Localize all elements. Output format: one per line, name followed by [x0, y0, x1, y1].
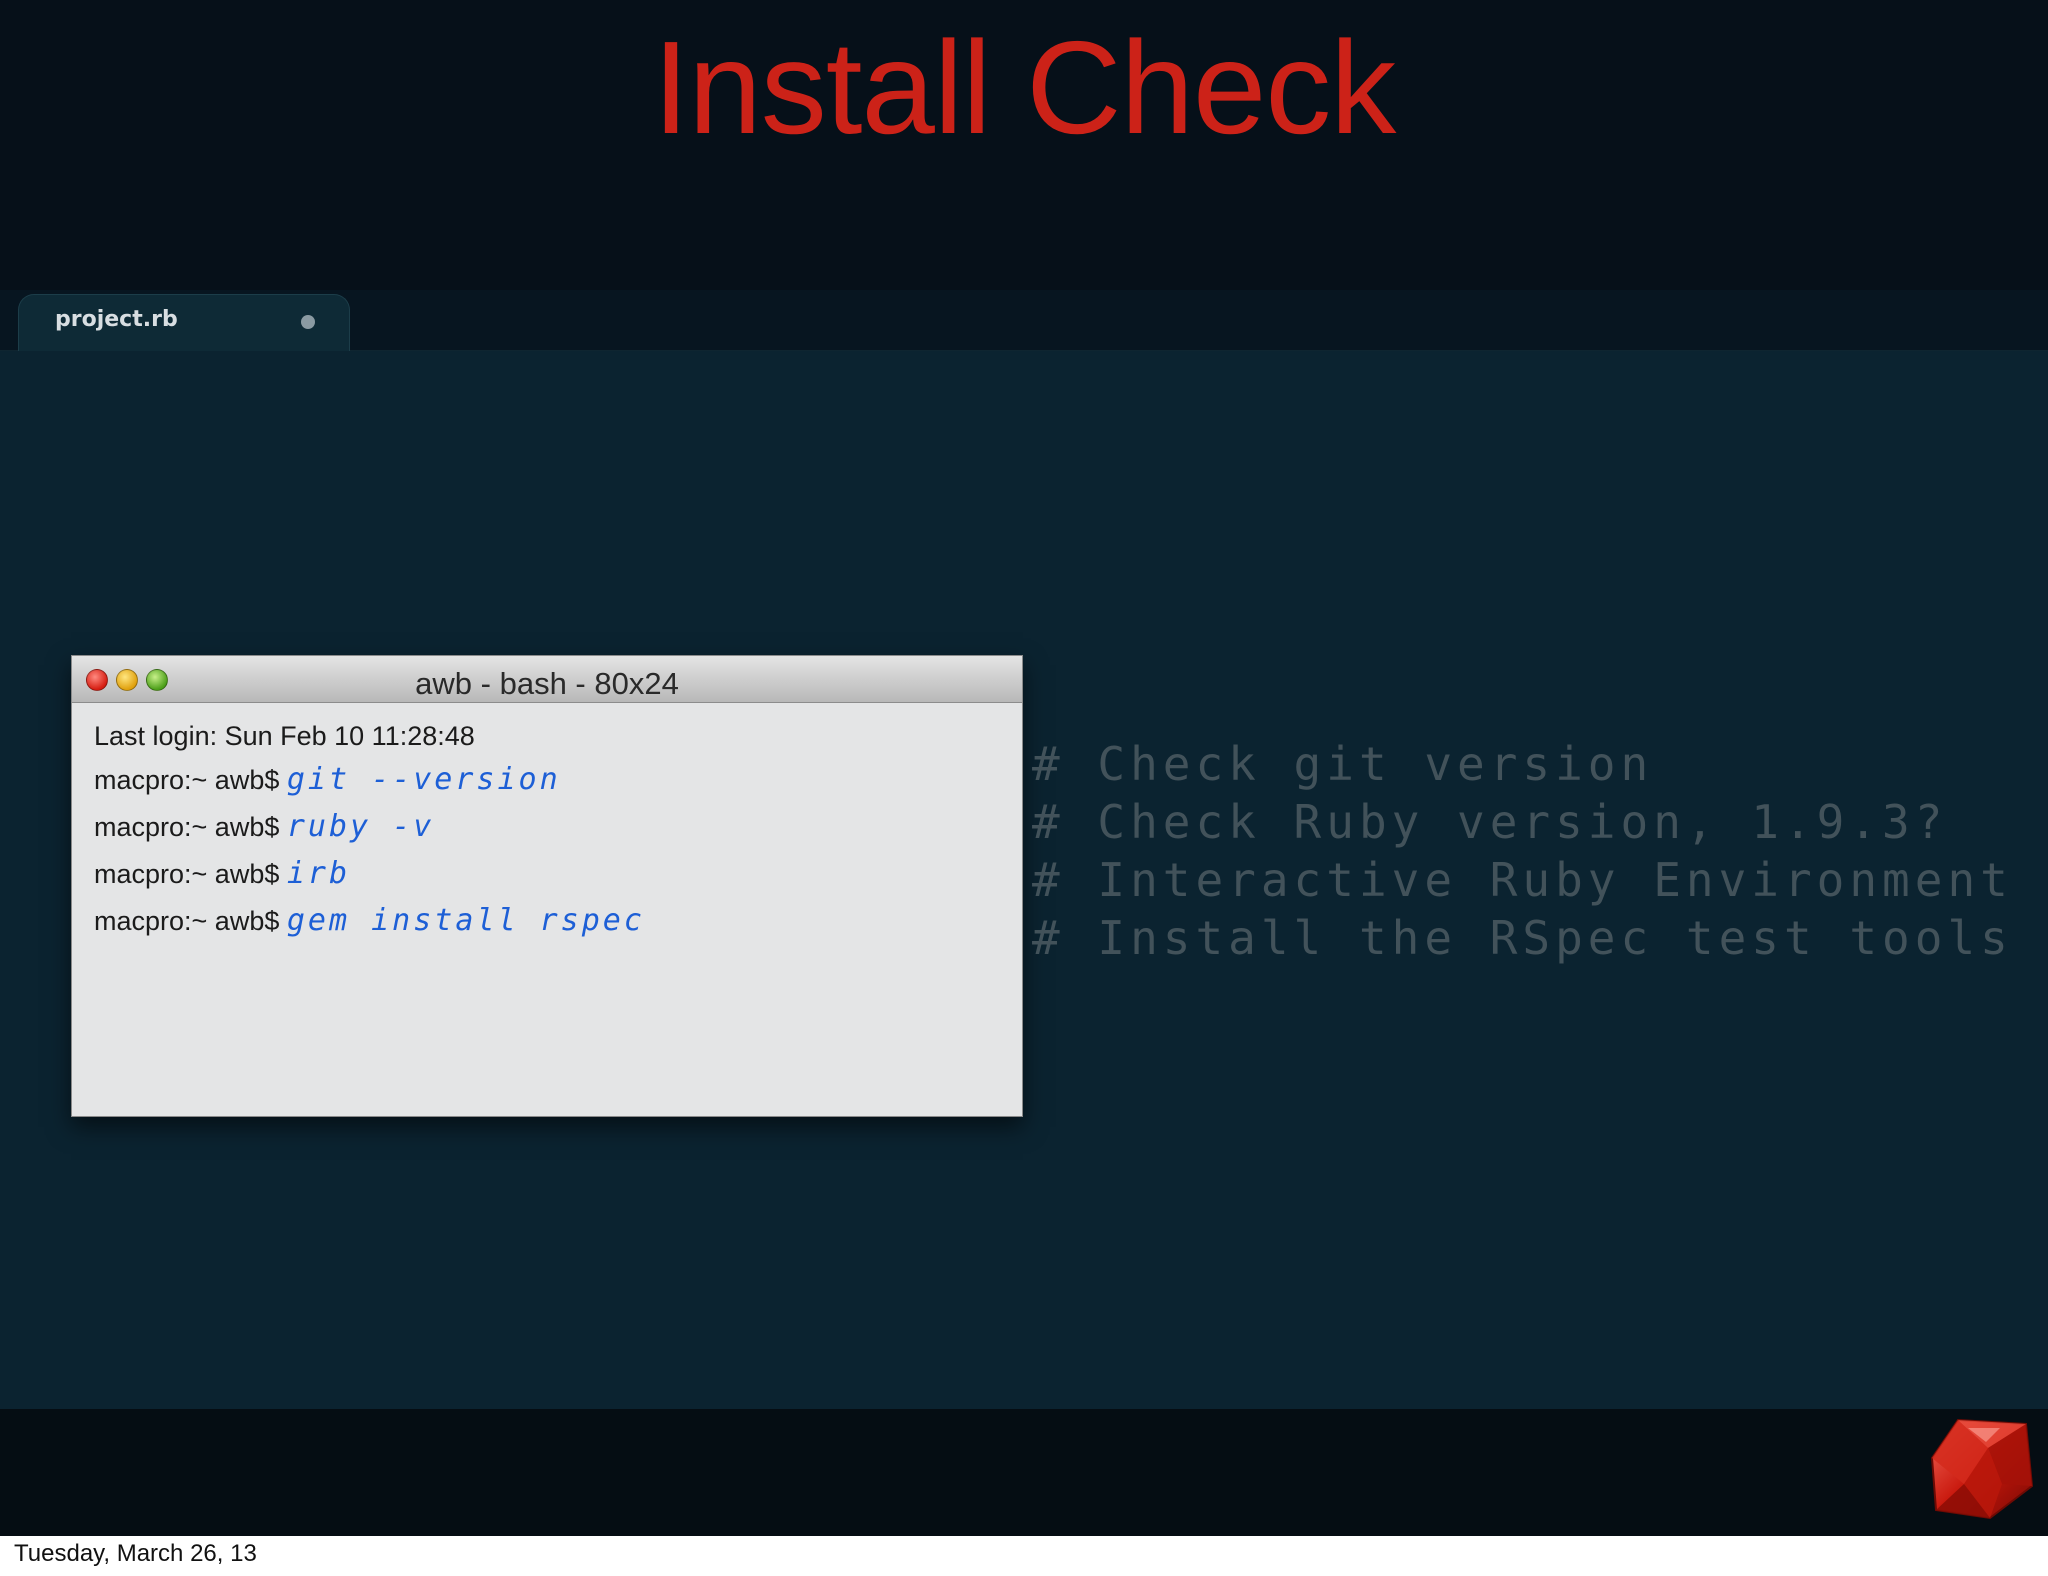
command: irb	[286, 856, 351, 891]
terminal-line: macpro:~ awb$ git --version	[94, 756, 1002, 803]
terminal-body[interactable]: Last login: Sun Feb 10 11:28:48 macpro:~…	[94, 716, 1002, 944]
tab-label: project.rb	[55, 307, 178, 332]
ruby-gem-icon	[1930, 1418, 2034, 1520]
prompt: macpro:~ awb$	[94, 812, 287, 842]
prompt: macpro:~ awb$	[94, 859, 287, 889]
terminal-window[interactable]: awb - bash - 80x24 Last login: Sun Feb 1…	[71, 655, 1023, 1117]
terminal-line: macpro:~ awb$ gem install rspec	[94, 897, 1002, 944]
footer-band	[0, 1409, 2048, 1536]
slide-title: Install Check	[652, 14, 1397, 161]
terminal-titlebar[interactable]: awb - bash - 80x24	[72, 656, 1022, 703]
prompt: macpro:~ awb$	[94, 906, 287, 936]
command: gem install rspec	[286, 903, 645, 938]
command: ruby -v	[286, 809, 435, 844]
unsaved-dot-icon[interactable]	[301, 315, 315, 329]
code-comment: # Check git version	[1032, 737, 1654, 791]
last-login-line: Last login: Sun Feb 10 11:28:48	[94, 721, 475, 751]
code-comment: # Check Ruby version, 1.9.3?	[1032, 795, 1948, 849]
prompt: macpro:~ awb$	[94, 765, 287, 795]
date-caption: Tuesday, March 26, 13	[14, 1540, 257, 1567]
terminal-line: macpro:~ awb$ ruby -v	[94, 803, 1002, 850]
code-comment: # Interactive Ruby Environment	[1032, 853, 2013, 907]
code-comment: # Install the RSpec test tools	[1032, 911, 2013, 965]
terminal-title: awb - bash - 80x24	[415, 666, 679, 701]
slide: Install Check project.rb awb - bash - 80…	[0, 0, 2048, 1536]
editor-tab[interactable]: project.rb	[18, 294, 350, 353]
code-comments: # Check git version # Check Ruby version…	[1032, 735, 2013, 967]
terminal-line: macpro:~ awb$ irb	[94, 850, 1002, 897]
command: git --version	[286, 762, 561, 797]
